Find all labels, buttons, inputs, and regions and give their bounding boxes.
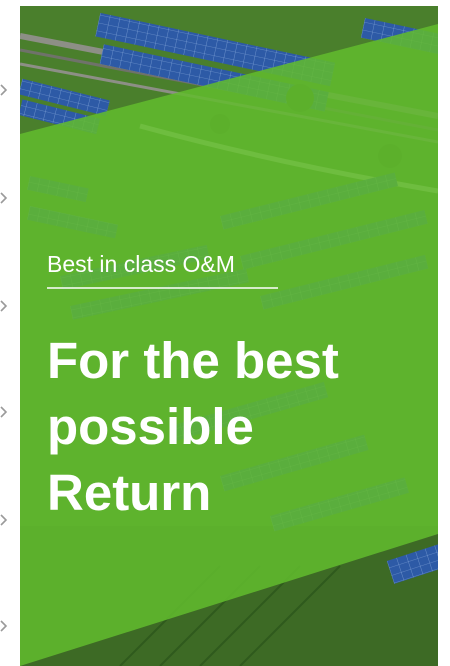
headline-line-2: possible <box>47 398 254 455</box>
headline-line-1: For the best <box>47 332 339 389</box>
eyebrow-underline <box>47 287 278 289</box>
chevron-right-icon[interactable] <box>0 514 10 526</box>
chevron-right-icon[interactable] <box>0 406 10 418</box>
chevron-right-icon[interactable] <box>0 300 10 312</box>
chevron-right-icon[interactable] <box>0 192 10 204</box>
carousel-nav-rail <box>0 0 20 666</box>
hero-eyebrow: Best in class O&M <box>47 251 235 277</box>
chevron-right-icon[interactable] <box>0 620 10 632</box>
headline-line-3: Return <box>47 464 212 521</box>
hero-headline: For the best possible Return <box>47 328 407 526</box>
hero-banner: Best in class O&M For the best possible … <box>20 6 438 666</box>
page: Best in class O&M For the best possible … <box>0 0 450 666</box>
chevron-right-icon[interactable] <box>0 84 10 96</box>
